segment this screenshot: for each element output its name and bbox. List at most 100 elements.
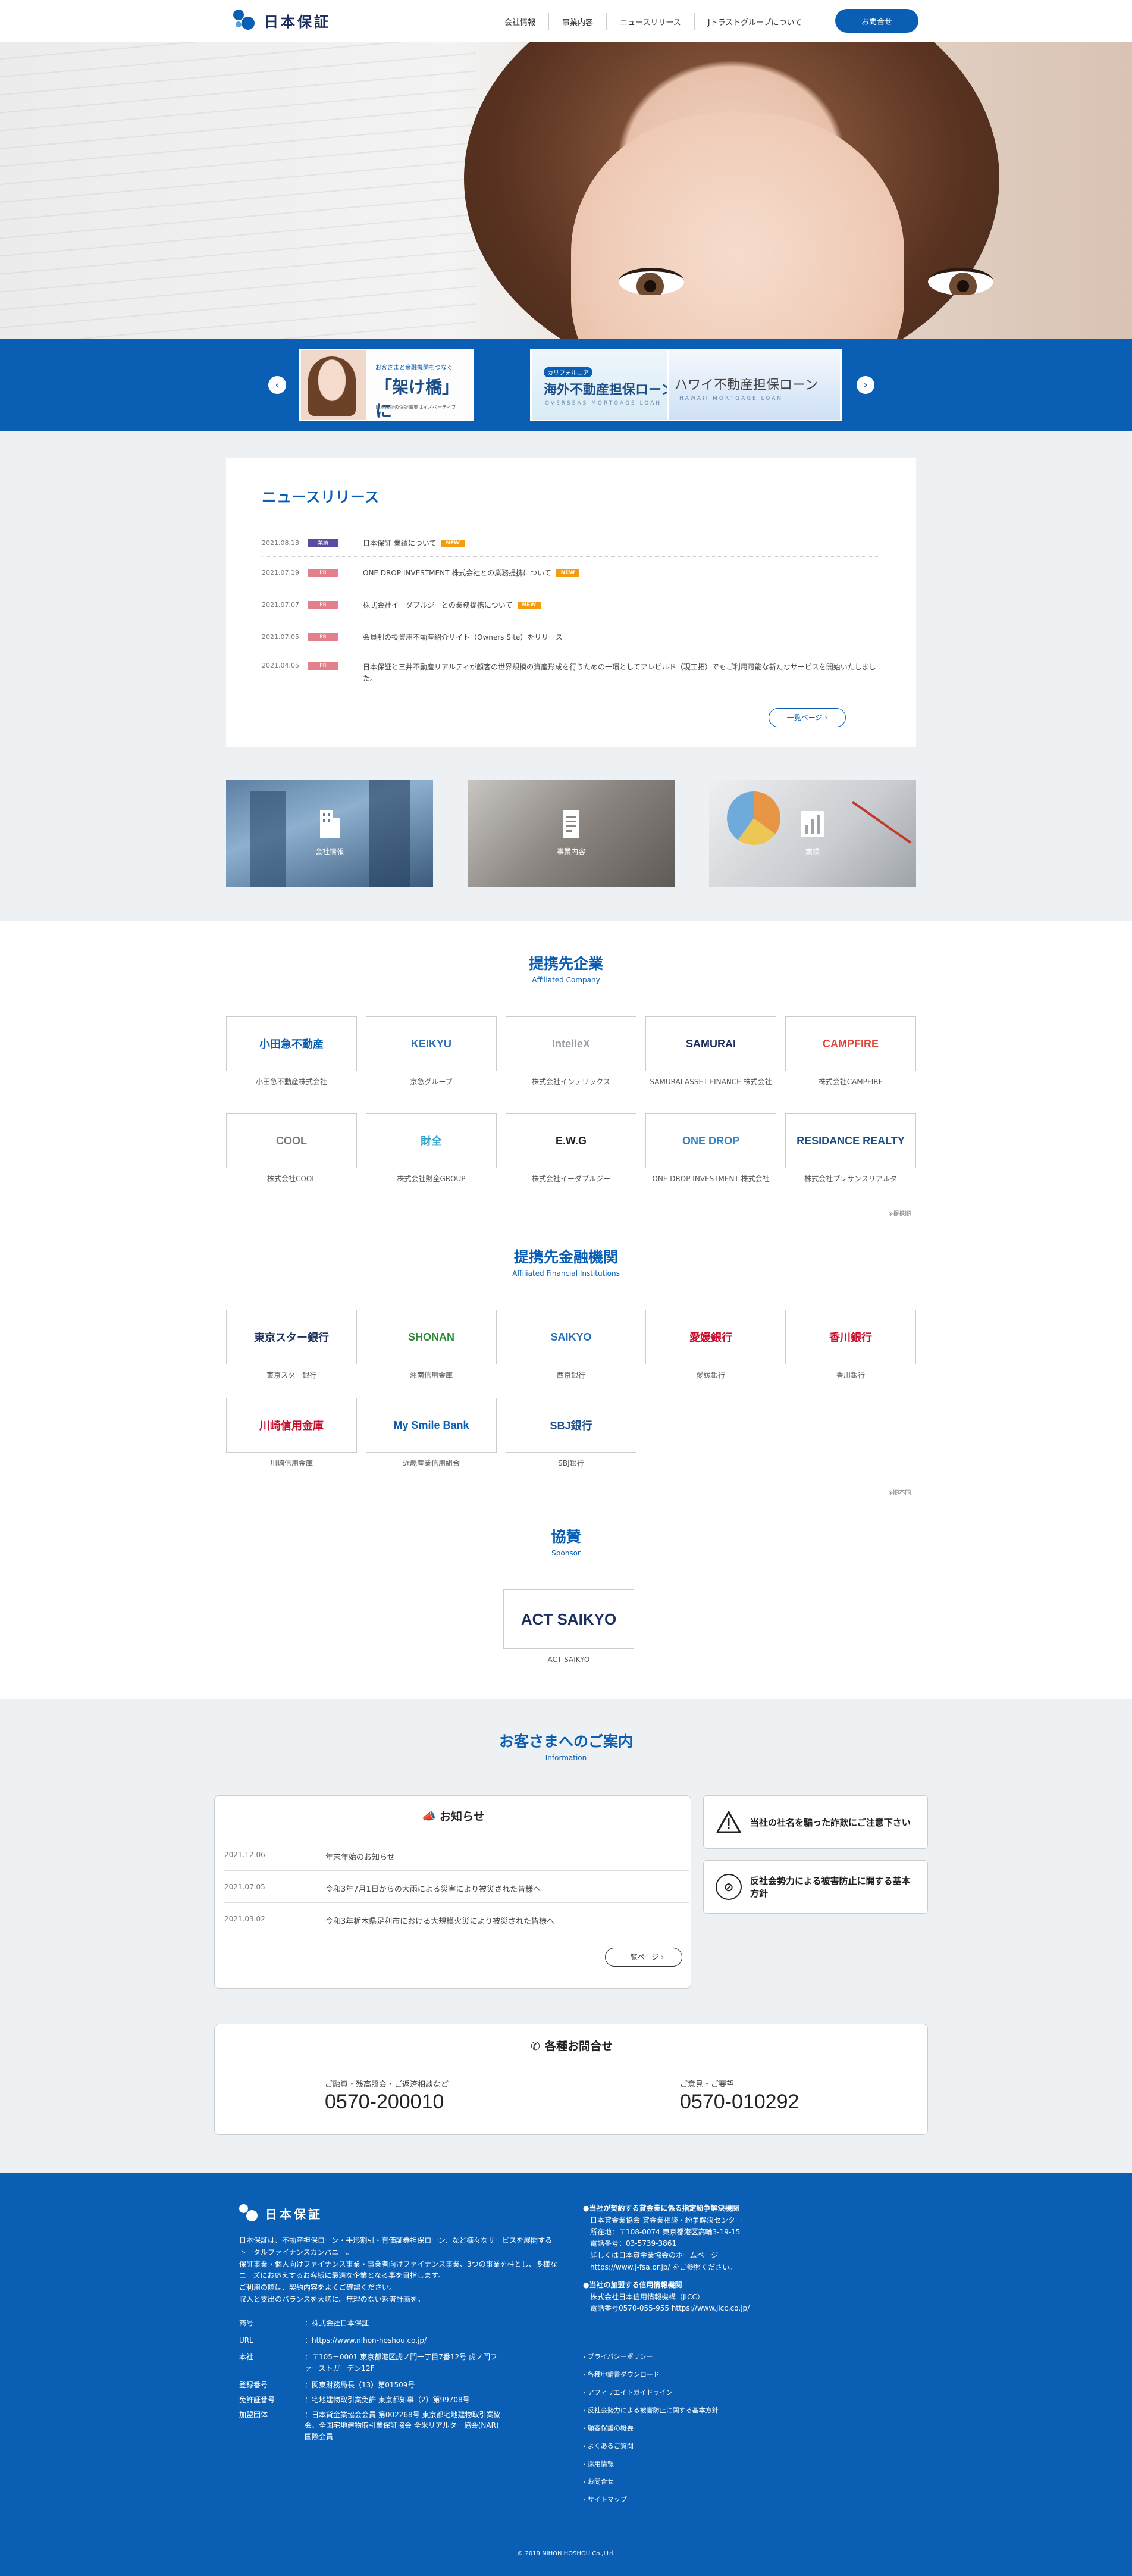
- notice-text[interactable]: 令和3年7月1日からの大雨による災害により被災された皆様へ: [325, 1883, 541, 1894]
- partner-item[interactable]: SAIKYO 西京銀行: [506, 1310, 636, 1381]
- footer-link-downloads[interactable]: 各種申請書ダウンロード: [583, 2370, 719, 2379]
- banner-bridge[interactable]: お客さまと金融機関をつなぐ 「架け橋」に 日本保証の保証事業はイノベーティブ: [299, 349, 474, 421]
- footer-link-customer-protection[interactable]: 顧客保護の概要: [583, 2423, 719, 2433]
- partner-logo: IntelleX: [506, 1016, 636, 1071]
- contact-button[interactable]: お問合せ: [835, 9, 918, 33]
- contact-heading: ✆ 各種お問合せ: [531, 2040, 613, 2053]
- nav-jtrust[interactable]: Jトラストグループについて: [694, 13, 815, 30]
- partner-name: 香川銀行: [836, 1371, 865, 1379]
- footer-link-faq[interactable]: よくあるご質問: [583, 2441, 719, 2450]
- footer-url-link[interactable]: ：https://www.nihon-hoshou.co.jp/: [305, 2335, 427, 2346]
- site-logo[interactable]: 日本保証: [232, 8, 331, 32]
- fraud-warning-link[interactable]: 当社の社名を騙った詐欺にご注意下さい: [703, 1795, 928, 1849]
- partner-item[interactable]: RESIDANCE REALTY 株式会社プレサンスリアルタ: [785, 1113, 916, 1184]
- partner-logo: 財全: [366, 1113, 497, 1168]
- partner-name: 近畿産業信用組合: [402, 1459, 460, 1467]
- footer-link-privacy[interactable]: プライバシーポリシー: [583, 2352, 719, 2361]
- news-text[interactable]: 日本保証と三井不動産リアルティが顧客の世界規模の資産形成を行うための一環としてア…: [363, 662, 880, 684]
- footer-link-anti-social[interactable]: 反社会勢力による被害防止に関する基本方針: [583, 2405, 719, 2415]
- notice-more-button[interactable]: 一覧ページ ›: [605, 1948, 682, 1967]
- partner-item[interactable]: KEIKYU 京急グループ: [366, 1016, 497, 1087]
- partner-item[interactable]: 東京スター銀行 東京スター銀行: [226, 1310, 357, 1381]
- contact-number[interactable]: 0570-200010: [325, 2090, 449, 2114]
- carousel-next-icon[interactable]: ›: [857, 376, 874, 394]
- partner-item[interactable]: 愛媛銀行 愛媛銀行: [645, 1310, 776, 1381]
- partner-item[interactable]: IntelleX 株式会社インテリックス: [506, 1016, 636, 1087]
- partner-item[interactable]: My Smile Bank 近畿産業信用組合: [366, 1398, 497, 1469]
- partner-name: 株式会社CAMPFIRE: [818, 1078, 883, 1086]
- footer-link-sitemap[interactable]: サイトマップ: [583, 2494, 719, 2504]
- partner-name: SAMURAI ASSET FINANCE 株式会社: [650, 1078, 772, 1086]
- information-heading: お客さまへのご案内 Information: [0, 1730, 1132, 1762]
- contact-label: ご融資・残高照会・ご返済相談など: [325, 2080, 449, 2089]
- footer-link-affiliate[interactable]: アフィリエイトガイドライン: [583, 2387, 719, 2397]
- news-more-button[interactable]: 一覧ページ ›: [769, 708, 846, 727]
- notice-item[interactable]: 2021.07.05 令和3年7月1日からの大雨による災害により被災された皆様へ: [224, 1883, 689, 1903]
- building-icon: [320, 810, 340, 838]
- document-icon: [563, 810, 579, 838]
- partner-logo: SHONAN: [366, 1310, 497, 1364]
- footer-link-recruit[interactable]: 採用情報: [583, 2459, 719, 2468]
- banner-note: 日本保証の保証事業はイノベーティブ: [375, 405, 456, 410]
- anti-social-policy-link[interactable]: ⊘ 反社会勢力による被害防止に関する基本方針: [703, 1860, 928, 1914]
- sponsor-item[interactable]: ACT SAIKYO ACT SAIKYO: [503, 1589, 634, 1665]
- nav-company[interactable]: 会社情報: [491, 13, 548, 30]
- nav-news[interactable]: ニュースリリース: [606, 13, 694, 30]
- partner-item[interactable]: ONE DROP ONE DROP INVESTMENT 株式会社: [645, 1113, 776, 1184]
- logo-mark-icon: [232, 8, 258, 32]
- news-tag: PR: [308, 568, 338, 577]
- news-item[interactable]: 2021.07.05 PR 会員制の投資用不動産紹介サイト（Owners Sit…: [262, 621, 880, 653]
- partner-item[interactable]: SAMURAI SAMURAI ASSET FINANCE 株式会社: [645, 1016, 776, 1087]
- card-label: 会社情報: [315, 847, 344, 856]
- footer-logo[interactable]: 日本保証: [238, 2203, 322, 2223]
- notice-text[interactable]: 年末年始のお知らせ: [325, 1851, 395, 1862]
- carousel-prev-icon[interactable]: ‹: [268, 376, 286, 394]
- partner-item[interactable]: 川崎信用金庫 川崎信用金庫: [226, 1398, 357, 1469]
- news-text[interactable]: 日本保証 業績について: [363, 538, 436, 548]
- partner-item[interactable]: COOL 株式会社COOL: [226, 1113, 357, 1184]
- news-item[interactable]: 2021.04.05 PR 日本保証と三井不動産リアルティが顧客の世界規模の資産…: [262, 653, 880, 696]
- footer-link-contact[interactable]: お問合せ: [583, 2477, 719, 2486]
- new-badge: NEW: [556, 569, 580, 577]
- news-item[interactable]: 2021.07.19 PR ONE DROP INVESTMENT 株式会社との…: [262, 557, 880, 589]
- partner-item[interactable]: 香川銀行 香川銀行: [785, 1310, 916, 1381]
- contact-opinion[interactable]: ご意見・ご要望 0570-010292: [680, 2078, 799, 2114]
- affiliated-heading: 提携先企業 Affiliated Company: [0, 952, 1132, 984]
- card-company[interactable]: 会社情報: [226, 780, 433, 887]
- partner-name: 株式会社インテリックス: [532, 1078, 610, 1086]
- no-entry-icon: ⊘: [716, 1874, 742, 1900]
- banner-hawaii-loan[interactable]: ハワイ不動産担保ローン HAWAII MORTGAGE LOAN: [667, 349, 842, 421]
- contact-loan[interactable]: ご融資・残高照会・ご返済相談など 0570-200010: [325, 2078, 449, 2114]
- partner-item[interactable]: SHONAN 湘南信用金庫: [366, 1310, 497, 1381]
- partner-name: 川崎信用金庫: [269, 1459, 313, 1467]
- partner-item[interactable]: SBJ銀行 SBJ銀行: [506, 1398, 636, 1469]
- card-performance[interactable]: 業績: [709, 780, 916, 887]
- partner-name: 西京銀行: [556, 1371, 585, 1379]
- contact-number[interactable]: 0570-010292: [680, 2090, 799, 2114]
- news-text[interactable]: 会員制の投資用不動産紹介サイト（Owners Site）をリリース: [363, 632, 563, 642]
- news-item[interactable]: 2021.07.07 PR 株式会社イーダブルジーとの業務提携について NEW: [262, 589, 880, 621]
- partner-item[interactable]: CAMPFIRE 株式会社CAMPFIRE: [785, 1016, 916, 1087]
- footer-links: プライバシーポリシー 各種申請書ダウンロード アフィリエイトガイドライン 反社会…: [583, 2352, 719, 2512]
- news-item[interactable]: 2021.08.13 業績 日本保証 業績について NEW: [262, 530, 880, 557]
- news-text[interactable]: 株式会社イーダブルジーとの業務提携について: [363, 600, 513, 610]
- news-text[interactable]: ONE DROP INVESTMENT 株式会社との業務提携について: [363, 568, 551, 578]
- warning-icon: [716, 1809, 742, 1835]
- notice-text[interactable]: 令和3年栃木県足利市における大規模火災により被災された皆様へ: [325, 1915, 554, 1926]
- partner-logo: CAMPFIRE: [785, 1016, 916, 1071]
- news-date: 2021.07.07: [262, 601, 299, 609]
- notice-item[interactable]: 2021.03.02 令和3年栃木県足利市における大規模火災により被災された皆様…: [224, 1915, 689, 1935]
- partner-logo: COOL: [226, 1113, 357, 1168]
- partner-item[interactable]: 小田急不動産 小田急不動産株式会社: [226, 1016, 357, 1087]
- financial-heading: 提携先金融機関 Affiliated Financial Institution…: [0, 1245, 1132, 1278]
- card-business[interactable]: 事業内容: [468, 780, 675, 887]
- page: 日本保証 会社情報 事業内容 ニュースリリース Jトラストグループについて お問…: [0, 0, 1132, 2576]
- partner-item[interactable]: 財全 株式会社財全GROUP: [366, 1113, 497, 1184]
- news-panel: ニュースリリース 2021.08.13 業績 日本保証 業績について NEW 2…: [226, 458, 916, 747]
- megaphone-icon: 📣: [422, 1810, 437, 1823]
- nav-business[interactable]: 事業内容: [548, 13, 606, 30]
- partner-item[interactable]: E.W.G 株式会社イーダブルジー: [506, 1113, 636, 1184]
- sponsor-heading: 協賛 Sponsor: [0, 1525, 1132, 1557]
- notice-item[interactable]: 2021.12.06 年末年始のお知らせ: [224, 1851, 689, 1871]
- partner-name: SBJ銀行: [558, 1459, 584, 1467]
